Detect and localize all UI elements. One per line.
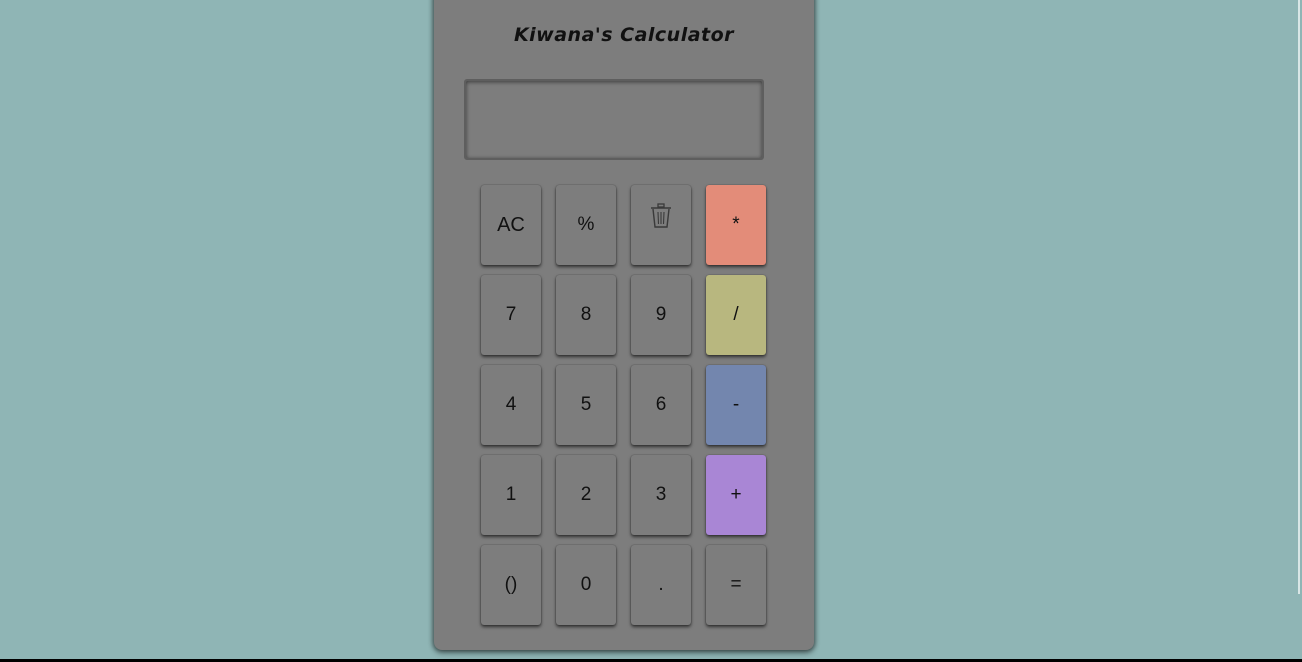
digit-6-button[interactable]: 6 [631,365,691,445]
key-label: AC [497,213,525,236]
digit-4-button[interactable]: 4 [481,365,541,445]
digit-5-button[interactable]: 5 [556,365,616,445]
subtract-button[interactable]: - [706,365,766,445]
key-label: 4 [505,394,517,415]
decimal-button[interactable]: . [631,545,691,625]
percent-button[interactable]: % [556,185,616,265]
key-label: + [730,484,742,505]
key-label: % [577,214,595,235]
calculator: Kiwana's Calculator AC% * 7 8 9 / 4 5 6 - 1 2 3 + () 0.… [434,0,814,650]
digit-9-button[interactable]: 9 [631,275,691,355]
key-label: () [504,574,518,595]
key-label: 1 [505,484,517,505]
key-label: 8 [580,304,592,325]
calculator-title: Kiwana's Calculator [513,24,735,46]
key-label: 3 [655,484,667,505]
equals-button[interactable]: = [706,545,766,625]
key-label: 9 [655,304,667,325]
digit-7-button[interactable]: 7 [481,275,541,355]
delete-button[interactable] [631,185,691,265]
calculator-display[interactable] [464,79,764,160]
divide-button[interactable]: / [706,275,766,355]
digit-3-button[interactable]: 3 [631,455,691,535]
key-label: * [732,214,740,235]
parentheses-button[interactable]: () [481,545,541,625]
digit-8-button[interactable]: 8 [556,275,616,355]
key-label: - [732,394,740,415]
page-right-edge [1298,0,1300,594]
key-label: 6 [655,394,667,415]
key-label: 5 [580,394,592,415]
keypad: AC% * 7 8 9 / 4 5 6 - 1 2 3 + () 0. = [481,185,766,625]
digit-1-button[interactable]: 1 [481,455,541,535]
all-clear-button[interactable]: AC [481,185,541,265]
key-label: / [733,304,739,325]
multiply-button[interactable]: * [706,185,766,265]
key-label: 2 [580,484,592,505]
trash-icon [650,203,672,229]
add-button[interactable]: + [706,455,766,535]
key-label: 0 [580,574,592,595]
key-label: 7 [505,304,517,325]
digit-0-button[interactable]: 0 [556,545,616,625]
digit-2-button[interactable]: 2 [556,455,616,535]
display-value [752,103,762,136]
key-label: = [730,574,742,595]
key-label: . [658,574,664,595]
